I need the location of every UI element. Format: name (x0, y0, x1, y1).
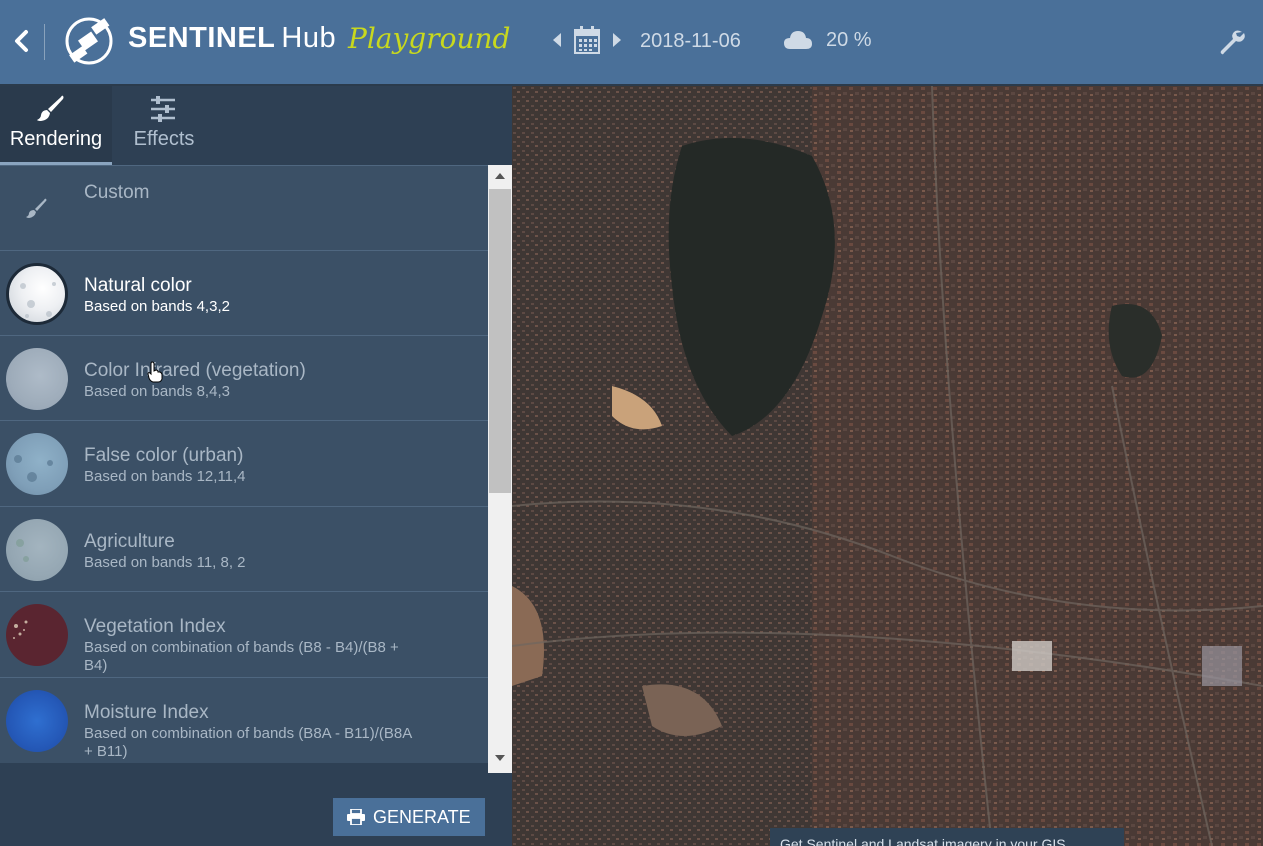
app-root: SENTINELHub Playground 2018-11-06 20 % (0, 0, 1263, 846)
date-display[interactable]: 2018-11-06 (640, 30, 741, 53)
header-bar: SENTINEL Hub Playground 2018-11-06 20 % (0, 0, 1263, 84)
tab-rendering[interactable]: Rendering (0, 86, 112, 165)
back-chevron-icon[interactable] (8, 26, 34, 56)
date-prev-arrow-icon[interactable] (550, 31, 564, 49)
satellite-logo-icon (65, 17, 113, 65)
sidebar-tabs: Rendering Effects (0, 86, 512, 165)
layer-thumbnail (6, 348, 68, 410)
cloud-coverage-value[interactable]: 20 % (826, 29, 872, 52)
playground-label: Playground (348, 22, 511, 55)
paintbrush-icon (26, 198, 47, 218)
brand-title: SENTINEL Hub (128, 22, 336, 55)
layer-item-color-infrared[interactable]: Color Infrared (vegetation) Based on ban… (0, 335, 488, 421)
layer-title: Vegetation Index (84, 616, 226, 637)
layer-item-false-color-urban[interactable]: False color (urban) Based on bands 12,11… (0, 420, 488, 506)
layer-list-scrollbar[interactable] (488, 165, 512, 773)
layer-description: Based on combination of bands (B8A - B11… (84, 725, 412, 760)
date-next-arrow-icon[interactable] (610, 31, 624, 49)
brand-hub: Hub (281, 22, 337, 54)
layer-thumbnail (6, 690, 68, 752)
tab-effects[interactable]: Effects (112, 86, 224, 165)
layer-title: Color Infrared (vegetation) (84, 360, 306, 381)
layer-item-vegetation-index[interactable]: Vegetation Index Based on combination of… (0, 591, 488, 677)
satellite-map-view[interactable]: Get Sentinel and Landsat imagery in your… (512, 86, 1263, 846)
scroll-up-arrow-icon[interactable] (494, 171, 506, 181)
layer-item-custom[interactable]: Custom (0, 165, 488, 251)
generate-button[interactable]: GENERATE (333, 798, 485, 836)
layer-title: Moisture Index (84, 702, 209, 723)
tab-rendering-label: Rendering (9, 128, 103, 150)
layer-thumbnail (6, 263, 68, 325)
layer-description: Based on bands 11, 8, 2 (84, 554, 246, 571)
layer-description: Based on bands 4,3,2 (84, 298, 230, 315)
layer-item-moisture-index[interactable]: Moisture Index Based on combination of b… (0, 677, 488, 763)
layer-title: Custom (84, 182, 150, 203)
layer-description: Based on bands 12,11,4 (84, 468, 246, 485)
layer-description: Based on bands 8,4,3 (84, 383, 230, 400)
layer-list: Custom Natural color Based on bands 4,3,… (0, 165, 488, 765)
brand-sentinel: SENTINEL (128, 22, 276, 54)
header-divider (44, 24, 45, 60)
satellite-imagery (512, 86, 1263, 846)
layer-item-agriculture[interactable]: Agriculture Based on bands 11, 8, 2 (0, 506, 488, 592)
layer-description: Based on combination of bands (B8 - B4)/… (84, 639, 399, 674)
layer-title: Agriculture (84, 531, 175, 552)
sidebar-panel: Rendering Effects Custom Natural color B… (0, 86, 512, 846)
map-info-banner[interactable]: Get Sentinel and Landsat imagery in your… (770, 828, 1124, 846)
wrench-icon[interactable] (1218, 28, 1246, 56)
layer-title: False color (urban) (84, 445, 244, 466)
tab-effects-label: Effects (133, 128, 195, 150)
layer-thumbnail (6, 604, 68, 666)
layer-thumbnail (6, 519, 68, 581)
generate-button-label: GENERATE (373, 807, 471, 827)
sliders-icon (151, 96, 175, 122)
layer-title: Natural color (84, 275, 192, 296)
calendar-icon[interactable] (574, 26, 600, 54)
scrollbar-thumb[interactable] (489, 189, 511, 493)
layer-thumbnail (6, 433, 68, 495)
layer-item-natural-color[interactable]: Natural color Based on bands 4,3,2 (0, 250, 488, 336)
scroll-down-arrow-icon[interactable] (494, 753, 506, 763)
cloud-icon (784, 31, 812, 49)
paintbrush-icon (37, 95, 64, 121)
printer-icon (347, 809, 365, 825)
